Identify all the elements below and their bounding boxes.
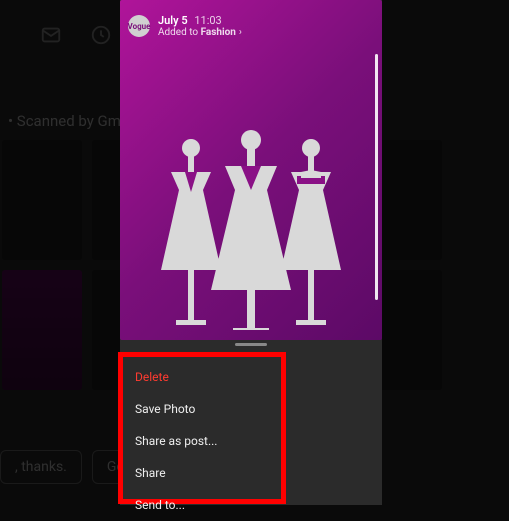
- menu-item-send-to[interactable]: Send to...: [123, 489, 281, 521]
- story-collection-line[interactable]: Added to Fashion›: [158, 27, 242, 38]
- thumbnail[interactable]: [2, 140, 82, 260]
- avatar[interactable]: Vogue: [128, 15, 150, 37]
- story-progress-bar: [375, 54, 378, 300]
- story-header: Vogue July 5 11:03 Added to Fashion›: [128, 14, 242, 38]
- menu-item-share[interactable]: Share: [123, 457, 281, 489]
- menu-item-delete[interactable]: Delete: [123, 361, 281, 393]
- top-icon-row: [40, 24, 112, 50]
- story-time: 11:03: [194, 14, 221, 27]
- action-menu: Delete Save Photo Share as post... Share…: [118, 352, 286, 504]
- menu-item-save-photo[interactable]: Save Photo: [123, 393, 281, 425]
- chip-thanks[interactable]: , thanks.: [0, 450, 82, 484]
- chevron-right-icon: ›: [239, 27, 242, 38]
- mail-icon[interactable]: [40, 24, 62, 50]
- story-image[interactable]: Vogue July 5 11:03 Added to Fashion›: [120, 0, 382, 340]
- clock-icon[interactable]: [90, 24, 112, 50]
- drag-handle[interactable]: [235, 343, 267, 346]
- thumbnail[interactable]: [2, 270, 82, 390]
- scanned-by-label: • Scanned by Gm: [8, 112, 121, 130]
- dresses-illustration: [141, 130, 361, 334]
- story-date: July 5: [158, 14, 188, 27]
- menu-item-share-as-post[interactable]: Share as post...: [123, 425, 281, 457]
